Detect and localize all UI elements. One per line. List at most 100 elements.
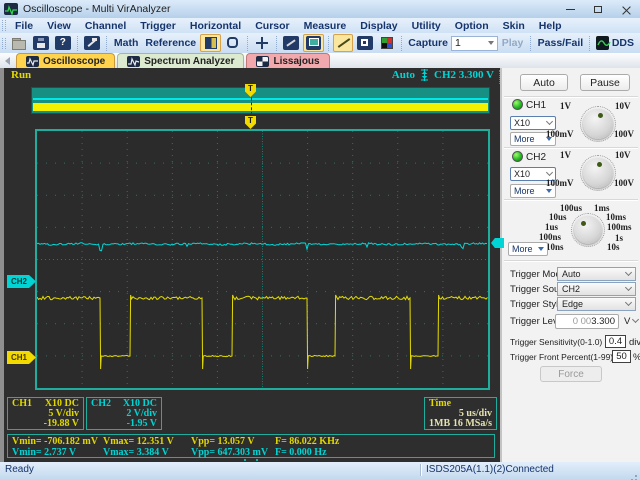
menu-file[interactable]: File xyxy=(8,20,40,32)
menu-help[interactable]: Help xyxy=(532,20,569,32)
close-button[interactable] xyxy=(612,0,640,18)
toolbar-separator xyxy=(105,35,107,51)
open-button[interactable] xyxy=(9,34,29,52)
trigger-source-select[interactable]: CH2 xyxy=(557,282,636,296)
measure-tool-button[interactable] xyxy=(281,34,301,52)
ch1-knob-10v-label: 10V xyxy=(615,101,631,111)
force-trigger-button[interactable]: Force xyxy=(540,366,602,382)
save-button[interactable] xyxy=(31,34,51,52)
tb-10ms-label: 10ms xyxy=(606,212,626,222)
ch2-name: CH2 xyxy=(91,398,111,409)
window-style-button[interactable] xyxy=(223,34,243,52)
chevron-down-icon[interactable] xyxy=(631,315,640,324)
ch2-enable-led[interactable] xyxy=(512,151,523,162)
display-capture-button[interactable] xyxy=(302,34,324,52)
square-dot-icon xyxy=(357,36,374,50)
trigger-style-select[interactable]: Edge xyxy=(557,297,636,311)
menu-horizontal[interactable]: Horizontal xyxy=(183,20,248,32)
help-button[interactable]: ? xyxy=(53,34,73,52)
menu-option[interactable]: Option xyxy=(448,20,496,32)
menu-skin[interactable]: Skin xyxy=(496,20,532,32)
panel-toggle-button[interactable] xyxy=(200,34,221,52)
trigger-readout: Auto CH2 3.300 V xyxy=(392,69,494,81)
capture-count-value: 1 xyxy=(454,37,461,49)
move-button[interactable] xyxy=(252,34,272,52)
trigger-position-marker-plot[interactable]: T xyxy=(245,116,256,129)
menu-display[interactable]: Display xyxy=(353,20,404,32)
menu-measure[interactable]: Measure xyxy=(297,20,354,32)
passfail-button[interactable]: Pass/Fail xyxy=(535,34,585,52)
trigger-level-marker[interactable] xyxy=(491,238,504,248)
trigger-front-percent-input[interactable]: 50 xyxy=(612,350,631,363)
ch2-volts-knob[interactable] xyxy=(580,155,616,191)
maximize-icon xyxy=(594,5,602,13)
overview-ch2-band xyxy=(33,98,488,100)
acquisition-mode: Auto xyxy=(391,69,415,81)
capture-count-select[interactable]: 1 xyxy=(450,35,498,51)
menu-cursor[interactable]: Cursor xyxy=(248,20,296,32)
maximize-button[interactable] xyxy=(584,0,612,18)
ch1-attenuation-select[interactable]: X10 xyxy=(510,116,556,130)
caliper-icon xyxy=(282,36,299,50)
ch2-panel-label: CH2 xyxy=(526,152,547,163)
tab-oscilloscope[interactable]: Oscilloscope xyxy=(16,53,116,68)
minimize-icon xyxy=(565,8,575,10)
ch2-attenuation-value: X10 xyxy=(514,169,531,179)
dds-button[interactable]: DDS xyxy=(594,34,639,52)
ch1-measurements: Vmin= -706.182 mV Vmax= 12.351 V Vpp= 13… xyxy=(8,436,494,447)
ch2-knob-1v-label: 1V xyxy=(560,150,571,160)
toolbar-grip[interactable] xyxy=(2,37,6,49)
menu-channel[interactable]: Channel xyxy=(78,20,133,32)
trigger-mode-value: Auto xyxy=(562,269,581,279)
timebase-knob[interactable] xyxy=(571,213,605,247)
trigger-sensitivity-unit: div xyxy=(629,337,640,348)
waveform-svg xyxy=(37,131,488,388)
tab-lissajous-label: Lissajous xyxy=(273,55,320,67)
trigger-mode-select[interactable]: Auto xyxy=(557,267,636,281)
statusbar: Ready ISDS205A(1.1)(2)Connected xyxy=(0,462,640,480)
reference-button[interactable]: Reference xyxy=(143,34,198,52)
menubar-grip[interactable] xyxy=(2,20,6,31)
pause-button[interactable]: Pause xyxy=(580,74,630,91)
ch2-knob-10v-label: 10V xyxy=(615,150,631,160)
record-overview-bar[interactable] xyxy=(31,87,490,115)
open-folder-icon xyxy=(11,36,27,50)
time-info-box: Time 5 us/div 1MB 16 MSa/s xyxy=(424,397,497,430)
tab-lissajous[interactable]: Lissajous xyxy=(246,53,330,68)
resize-grip[interactable] xyxy=(635,475,637,477)
save-icon xyxy=(32,36,49,50)
trigger-level-input[interactable]: 0 003.300 xyxy=(555,314,619,329)
chevron-down-icon xyxy=(545,168,554,177)
screen-icon xyxy=(305,36,321,50)
color-button[interactable] xyxy=(377,34,397,52)
ch1-ground-marker[interactable]: CH1 xyxy=(7,351,36,364)
timebase-more-select[interactable]: More xyxy=(508,242,548,256)
menu-view[interactable]: View xyxy=(40,20,78,32)
chevron-down-icon xyxy=(546,189,552,193)
toolbar-separator xyxy=(275,35,277,51)
capture-label: Capture xyxy=(408,37,448,49)
window-title: Oscilloscope - Multi VirAnalyzer xyxy=(23,3,171,15)
trigger-front-percent-unit: % xyxy=(633,352,640,363)
cross-arrows-icon xyxy=(254,36,270,50)
dds-wave-icon xyxy=(596,36,611,50)
line-cursor-button[interactable] xyxy=(332,34,354,52)
tab-spectrum-analyzer[interactable]: Spectrum Analyzer xyxy=(117,53,245,68)
toolbar-separator xyxy=(589,35,591,51)
auto-button[interactable]: Auto xyxy=(520,74,568,91)
chevron-down-icon xyxy=(624,298,633,307)
ch2-ground-marker[interactable]: CH2 xyxy=(7,275,36,288)
ch1-volts-knob[interactable] xyxy=(580,106,616,142)
toolbar-separator xyxy=(246,35,248,51)
menu-trigger[interactable]: Trigger xyxy=(133,20,183,32)
minimize-button[interactable] xyxy=(556,0,584,18)
dot-display-button[interactable] xyxy=(355,34,375,52)
tools-button[interactable] xyxy=(82,34,102,52)
titlebar: Oscilloscope - Multi VirAnalyzer xyxy=(0,0,640,18)
menu-utility[interactable]: Utility xyxy=(405,20,448,32)
tab-scroll-left-button[interactable] xyxy=(2,55,12,67)
trigger-sensitivity-input[interactable]: 0.4 xyxy=(605,335,626,348)
play-button[interactable]: Play xyxy=(499,34,527,52)
math-button[interactable]: Math xyxy=(111,34,142,52)
ch1-enable-led[interactable] xyxy=(512,99,523,110)
